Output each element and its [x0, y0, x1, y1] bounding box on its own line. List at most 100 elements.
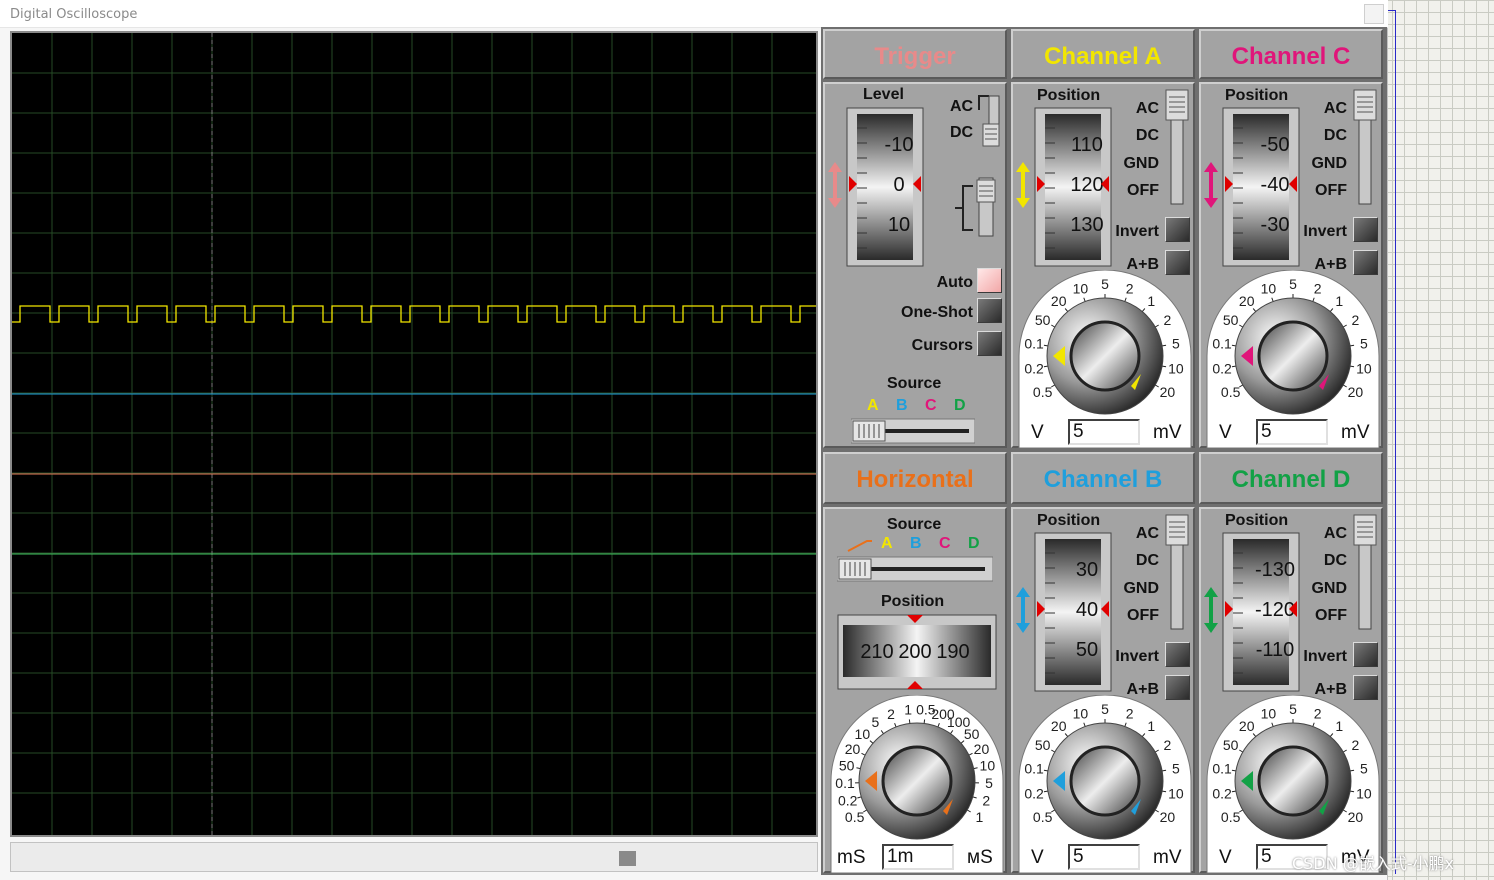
dial-scale-label: 2	[1163, 312, 1171, 328]
cursors-button[interactable]	[977, 331, 1002, 356]
drum-tick-label: 10	[888, 214, 910, 236]
horizontal-position-label: Position	[881, 593, 945, 610]
h-source-b: B	[910, 535, 922, 552]
oneshot-label: One-Shot	[901, 304, 973, 321]
dial-scale-label: 10	[980, 758, 996, 774]
dial-scale-label: 0.2	[1024, 786, 1044, 802]
dial-scale-label: 0.5	[1033, 809, 1053, 825]
channel-a-volts-field[interactable]: 5	[1068, 419, 1140, 445]
channel-b-dc-label: DC	[1135, 552, 1159, 569]
auto-label: Auto	[936, 274, 973, 291]
timebase-value-field[interactable]: 1m	[882, 844, 954, 870]
channel-d-gnd-label: GND	[1311, 580, 1347, 597]
channel-d-position-drum[interactable]: -130 -120 -110	[1221, 531, 1301, 698]
channel-c-unit-right: mV	[1341, 422, 1370, 443]
channel-d-coupling-switch[interactable]	[1353, 513, 1377, 631]
ramp-icon	[847, 540, 872, 552]
dial-scale-label: 20	[1239, 293, 1255, 309]
channel-b-volts-field[interactable]: 5	[1068, 844, 1140, 870]
horizontal-source-letters: A B C D	[881, 535, 1001, 555]
dial-scale-label: 20	[1348, 384, 1364, 400]
dial-scale-label: 5	[1289, 276, 1297, 292]
channel-d-unit-left: V	[1219, 847, 1232, 868]
channel-c-panel: Position -50 -40 -30 AC DC GND OFF Invert …	[1199, 82, 1383, 449]
trigger-level-drum[interactable]: -10 0 10	[845, 106, 925, 273]
horizontal-position-drum[interactable]: 210 200 190	[837, 613, 999, 698]
watermark: CSDN @嵌入式-小鹏x	[1292, 854, 1454, 873]
trigger-edge-switch[interactable]	[951, 176, 1001, 238]
channel-d-position-arrows-icon	[1204, 587, 1218, 633]
channel-d-invert-button[interactable]	[1353, 642, 1378, 667]
trigger-coupling-switch[interactable]	[977, 92, 1001, 148]
h-drum-tick-label: 200	[898, 641, 931, 663]
drum-tick-label: 40	[1076, 599, 1098, 621]
channel-b-position-label: Position	[1037, 512, 1101, 529]
trigger-source-c: C	[925, 397, 937, 414]
dial-scale-label: 2	[1314, 705, 1322, 721]
dial-scale-label: 0.5	[1033, 384, 1053, 400]
horizontal-panel: Source A B C D Position 210 200 190 0.5 0.2…	[823, 507, 1007, 874]
drum-tick-label: 0	[893, 174, 904, 196]
selection-line-horizontal	[1388, 10, 1396, 11]
channel-b-off-label: OFF	[1127, 607, 1159, 624]
dial-scale-label: 2	[1351, 312, 1359, 328]
channel-a-position-label: Position	[1037, 87, 1101, 104]
channel-a-coupling-switch[interactable]	[1165, 88, 1189, 206]
horizontal-source-slider[interactable]	[836, 555, 994, 583]
dial-scale-label: 5	[1101, 276, 1109, 292]
channel-a-panel: Position 110 120 130 AC DC GND OFF Invert …	[1011, 82, 1195, 449]
channel-c-invert-button[interactable]	[1353, 217, 1378, 242]
channel-d-ac-label: AC	[1323, 525, 1347, 542]
window-title: Digital Oscilloscope	[10, 7, 138, 22]
channel-d-panel: Position -130 -120 -110 AC DC GND OFF Inve…	[1199, 507, 1383, 874]
channel-a-dc-label: DC	[1135, 127, 1159, 144]
channel-a-unit-right: mV	[1153, 422, 1182, 443]
channel-b-invert-button[interactable]	[1165, 642, 1190, 667]
oneshot-button[interactable]	[977, 298, 1002, 323]
dial-scale-label: 0.1	[1212, 335, 1232, 351]
channel-b-position-drum[interactable]: 30 40 50	[1033, 531, 1113, 698]
h-drum-tick-label: 190	[936, 641, 969, 663]
dial-scale-label: 10	[1073, 280, 1089, 296]
channel-d-invert-label: Invert	[1303, 648, 1347, 665]
scope-graticule	[12, 33, 816, 835]
channel-c-ac-label: AC	[1323, 100, 1347, 117]
drum-tick-label: 30	[1076, 559, 1098, 581]
level-label: Level	[863, 86, 904, 103]
channel-c-unit-left: V	[1219, 422, 1232, 443]
dial-scale-label: 5	[1360, 335, 1368, 351]
trigger-source-letters: A B C D	[867, 397, 977, 417]
timebase-unit-left: mS	[837, 847, 866, 868]
channel-a-header: Channel A	[1011, 29, 1195, 79]
trigger-level-arrows-icon	[828, 162, 842, 208]
dial-scale-label: 5	[1172, 335, 1180, 351]
dial-scale-label: 50	[839, 758, 855, 774]
timebase-unit-right: мS	[967, 847, 993, 868]
dial-scale-label: 10	[1356, 361, 1372, 377]
trigger-source-d: D	[954, 397, 966, 414]
channel-b-coupling-switch[interactable]	[1165, 513, 1189, 631]
horizontal-scrollbar[interactable]	[10, 842, 818, 872]
title-bar: Digital Oscilloscope	[0, 0, 1388, 28]
dial-scale-label: 20	[845, 741, 861, 757]
channel-c-volts-field[interactable]: 5	[1256, 419, 1328, 445]
trigger-panel: Level -10 0 10 AC DC Auto One-Shot Cursors…	[823, 82, 1007, 448]
channel-b-ac-label: AC	[1135, 525, 1159, 542]
cursors-label: Cursors	[911, 337, 973, 354]
h-drum-tick-label: 210	[860, 641, 893, 663]
scrollbar-thumb[interactable]	[619, 851, 636, 866]
auto-button[interactable]	[977, 268, 1002, 293]
dial-scale-label: 5	[1172, 760, 1180, 776]
channel-c-coupling-switch[interactable]	[1353, 88, 1377, 206]
close-button[interactable]	[1364, 4, 1384, 24]
trigger-source-slider[interactable]	[850, 417, 976, 445]
dial-scale-label: 0.1	[1024, 335, 1044, 351]
channel-c-gnd-label: GND	[1311, 155, 1347, 172]
drum-tick-label: -30	[1261, 214, 1290, 236]
dial-scale-label: 50	[1223, 737, 1239, 753]
dial-scale-label: 0.5	[1221, 809, 1241, 825]
channel-a-title: Channel A	[1044, 43, 1162, 70]
channel-a-invert-button[interactable]	[1165, 217, 1190, 242]
channel-c-position-drum[interactable]: -50 -40 -30	[1221, 106, 1301, 273]
channel-a-position-drum[interactable]: 110 120 130	[1033, 106, 1113, 273]
